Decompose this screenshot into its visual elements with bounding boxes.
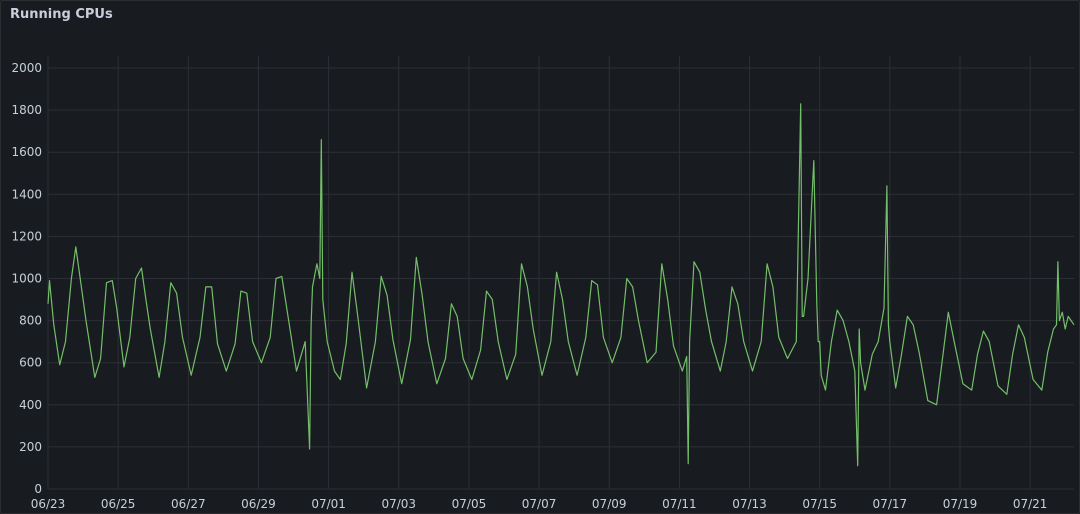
x-tick-label: 07/17 [873,497,908,511]
x-tick-label: 06/29 [241,497,276,511]
x-tick-label: 07/19 [943,497,978,511]
y-tick-label: 0 [34,482,42,496]
line-chart: 0 200 400 600 800 1000 1200 1400 1600 1800 2000 06… [11,56,1075,511]
y-tick-label: 400 [19,398,42,412]
x-tick-label: 06/23 [31,497,66,511]
x-tick-label: 06/25 [101,497,136,511]
x-tick-label: 07/15 [802,497,837,511]
y-axis: 0 200 400 600 800 1000 1200 1400 1600 1800 2000 [11,61,42,496]
x-tick-label: 07/03 [381,497,416,511]
x-axis: 06/23 06/25 06/27 06/29 07/01 07/03 07/05 07/07… [31,497,1048,511]
y-tick-label: 600 [19,356,42,370]
y-tick-label: 1800 [11,103,42,117]
y-tick-label: 1200 [11,229,42,243]
x-tick-label: 07/21 [1013,497,1048,511]
x-tick-label: 07/13 [732,497,767,511]
x-tick-label: 07/11 [662,497,697,511]
x-tick-label: 07/01 [311,497,346,511]
y-tick-label: 1600 [11,145,42,159]
y-tick-label: 800 [19,314,42,328]
x-tick-label: 07/09 [592,497,627,511]
y-tick-label: 1000 [11,272,42,286]
y-tick-label: 2000 [11,61,42,75]
x-tick-label: 06/27 [171,497,206,511]
x-tick-label: 07/07 [522,497,557,511]
series-layer [47,103,1075,467]
chart-panel: Running CPUs 0 200 400 600 800 1000 1200 1400 16… [0,0,1080,514]
y-tick-label: 200 [19,440,42,454]
grid [47,56,1074,490]
y-tick-label: 1400 [11,187,42,201]
x-tick-label: 07/05 [452,497,487,511]
series-line[interactable] [47,103,1075,467]
